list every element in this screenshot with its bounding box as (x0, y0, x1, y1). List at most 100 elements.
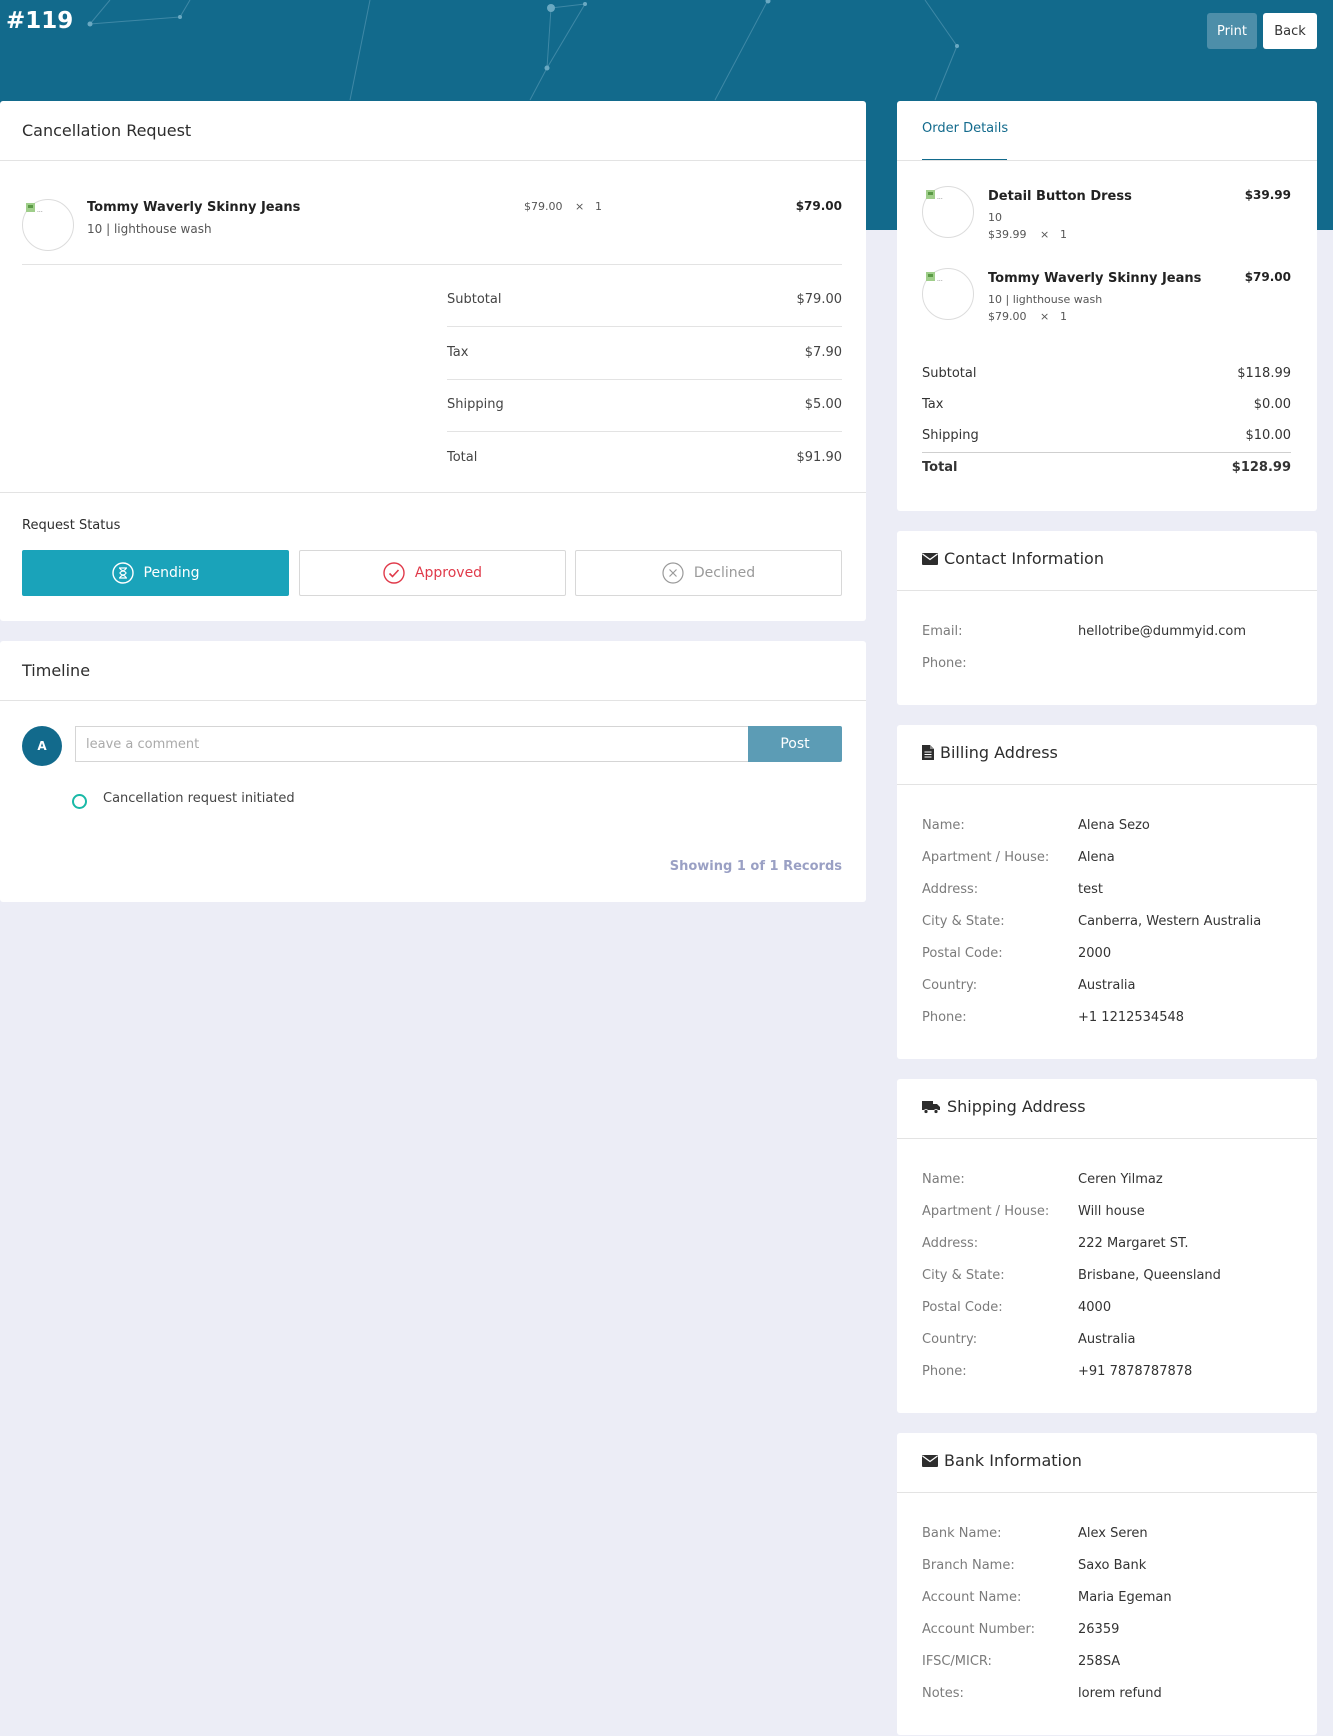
bank-row-label: Branch Name: (922, 1558, 1015, 1573)
post-button[interactable]: Post (748, 726, 842, 762)
summary-subtotal-label: Subtotal (447, 292, 502, 307)
order-total-label: Total (922, 460, 958, 475)
billing-row-value: Australia (1078, 978, 1136, 993)
envelope-icon (922, 552, 938, 565)
divider (447, 326, 842, 327)
contact-title: Contact Information (922, 549, 1104, 568)
bank-row-value: Maria Egeman (1078, 1590, 1172, 1605)
comment-input[interactable] (75, 726, 749, 762)
bank-row-label: Notes: (922, 1686, 964, 1701)
status-declined-button[interactable]: Declined (575, 550, 842, 596)
summary-total-label: Total (447, 450, 478, 465)
cancel-item-total: $79.00 (795, 199, 842, 213)
contact-email-label: Email: (922, 624, 963, 639)
svg-text:...: ... (937, 194, 943, 201)
envelope-icon (922, 1454, 938, 1467)
divider (897, 590, 1317, 591)
billing-row-value: Canberra, Western Australia (1078, 914, 1262, 929)
broken-image-icon: ... (926, 272, 943, 283)
shipping-row-label: Postal Code: (922, 1300, 1003, 1315)
times-sign: × (575, 200, 585, 213)
cancel-item-price: $79.00 (524, 200, 563, 213)
divider (897, 160, 1317, 161)
order-item-total: $39.99 (1244, 188, 1291, 202)
billing-row-value: test (1078, 882, 1103, 897)
order-item-total: $79.00 (1244, 270, 1291, 284)
broken-image-icon: ... (926, 190, 943, 201)
order-tax-value: $0.00 (1253, 397, 1291, 412)
hourglass-icon (111, 562, 134, 584)
billing-title-text: Billing Address (940, 743, 1058, 762)
bank-title-text: Bank Information (944, 1451, 1082, 1470)
shipping-row-label: Address: (922, 1236, 979, 1251)
order-shipping-label: Shipping (922, 428, 979, 443)
back-button[interactable]: Back (1263, 13, 1317, 49)
bank-row-value: lorem refund (1078, 1686, 1162, 1701)
cancel-item-qty: 1 (595, 200, 602, 213)
product-image: ... (922, 186, 974, 238)
order-item-variant: 10 | lighthouse wash (988, 293, 1103, 306)
shipping-row-label: Name: (922, 1172, 965, 1187)
bank-row-value: 26359 (1078, 1622, 1120, 1637)
check-circle-icon (383, 562, 405, 584)
cancellation-request-card (0, 101, 866, 621)
contact-email-value: hellotribe@dummyid.com (1078, 624, 1246, 639)
shipping-title: Shipping Address (922, 1097, 1086, 1116)
request-status-title: Request Status (22, 518, 121, 533)
order-item-name: Detail Button Dress (988, 189, 1132, 204)
order-subtotal-value: $118.99 (1237, 366, 1291, 381)
shipping-row-value: +91 7878787878 (1078, 1364, 1193, 1379)
summary-total-value: $91.90 (796, 450, 843, 465)
shipping-row-value: 4000 (1078, 1300, 1112, 1315)
divider (897, 1138, 1317, 1139)
order-total-value: $128.99 (1231, 460, 1291, 475)
bank-title: Bank Information (922, 1451, 1082, 1470)
summary-subtotal-value: $79.00 (796, 292, 843, 307)
status-approved-label: Approved (414, 565, 483, 581)
shipping-row-label: Phone: (922, 1364, 967, 1379)
billing-row-value: Alena Sezo (1078, 818, 1150, 833)
summary-tax-value: $7.90 (804, 345, 842, 360)
order-item-variant: 10 (988, 211, 1002, 224)
print-button[interactable]: Print (1207, 13, 1257, 49)
status-declined-label: Declined (693, 565, 756, 581)
order-shipping-value: $10.00 (1245, 428, 1292, 443)
shipping-row-value: 222 Margaret ST. (1078, 1236, 1189, 1251)
bank-row-label: Account Number: (922, 1622, 1035, 1637)
status-approved-button[interactable]: Approved (299, 550, 566, 596)
bank-row-label: Account Name: (922, 1590, 1022, 1605)
shipping-title-text: Shipping Address (947, 1097, 1086, 1116)
contact-title-text: Contact Information (944, 549, 1104, 568)
bank-row-value: 258SA (1078, 1654, 1121, 1669)
divider (447, 379, 842, 380)
billing-row-label: Phone: (922, 1010, 967, 1025)
contact-phone-label: Phone: (922, 656, 967, 671)
svg-text:...: ... (37, 207, 43, 214)
divider (0, 700, 866, 701)
order-item-name: Tommy Waverly Skinny Jeans (988, 271, 1202, 286)
order-tax-label: Tax (922, 397, 944, 412)
times-sign: × (1040, 228, 1050, 241)
shipping-row-value: Brisbane, Queensland (1078, 1268, 1221, 1283)
order-item-price: $39.99 (988, 228, 1027, 241)
order-number: #119 (6, 8, 74, 34)
summary-tax-label: Tax (447, 345, 469, 360)
order-item-qty: 1 (1060, 310, 1067, 323)
timeline-dot-icon (72, 794, 87, 809)
billing-title: Billing Address (922, 743, 1058, 762)
shipping-row-value: Ceren Yilmaz (1078, 1172, 1163, 1187)
shipping-row-label: Apartment / House: (922, 1204, 1050, 1219)
billing-row-label: Name: (922, 818, 965, 833)
billing-row-value: Alena (1078, 850, 1115, 865)
status-pending-label: Pending (143, 565, 200, 581)
billing-row-label: Address: (922, 882, 979, 897)
summary-shipping-value: $5.00 (804, 397, 842, 412)
tab-order-details[interactable]: Order Details (922, 121, 1008, 136)
divider (897, 784, 1317, 785)
billing-row-label: Postal Code: (922, 946, 1003, 961)
status-pending-button[interactable]: Pending (22, 550, 289, 596)
broken-image-icon: ... (26, 203, 43, 214)
order-subtotal-label: Subtotal (922, 366, 977, 381)
avatar: A (22, 726, 62, 766)
billing-row-value: +1 1212534548 (1078, 1010, 1185, 1025)
